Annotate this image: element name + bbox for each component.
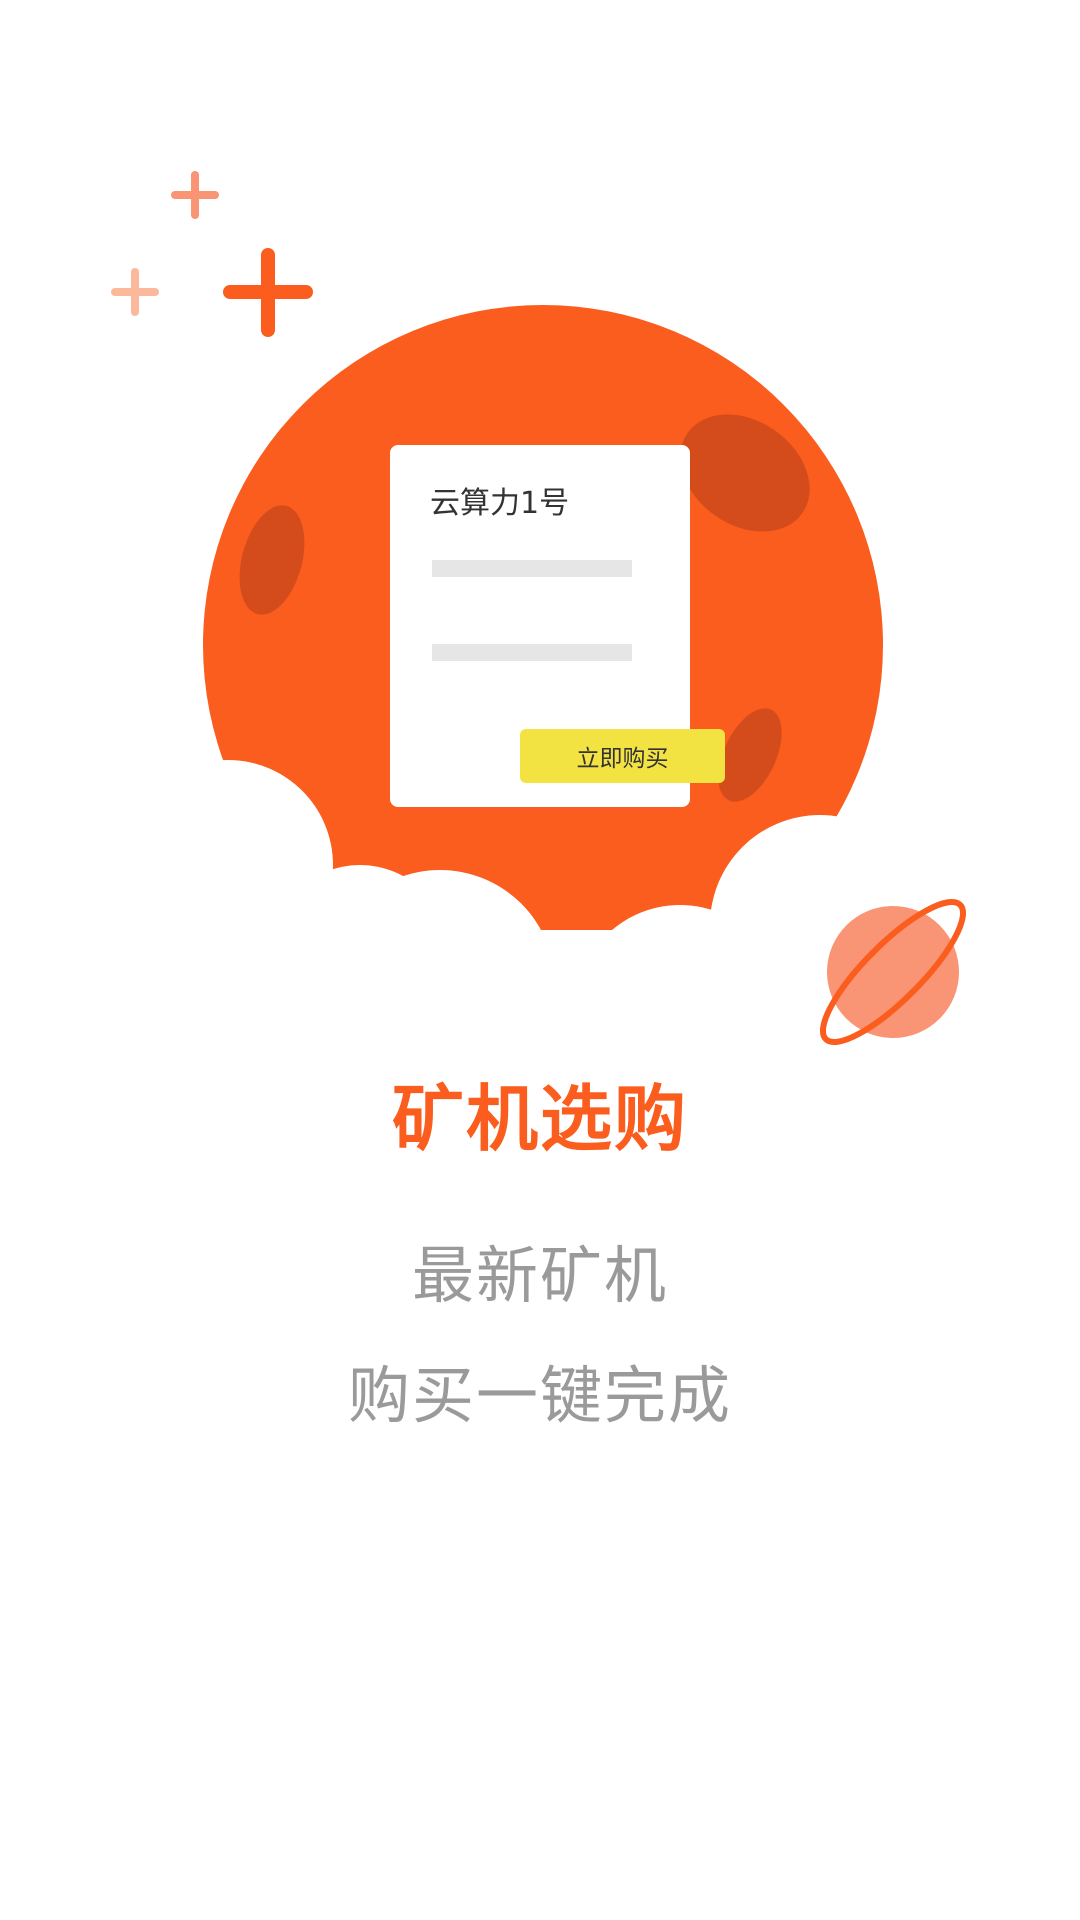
page-title: 矿机选购	[391, 1077, 688, 1161]
subtitle-line-1: 最新矿机	[411, 1239, 668, 1312]
card-placeholder-line	[432, 560, 632, 577]
sparkle-icon	[171, 171, 219, 219]
sparkle-icon	[223, 248, 313, 337]
sparkle-icon	[111, 268, 159, 316]
card-placeholder-line	[432, 644, 632, 661]
subtitle-line-2: 购买一键完成	[347, 1359, 732, 1432]
buy-now-button[interactable]: 立即购买	[520, 729, 725, 783]
hero-illustration	[0, 171, 1080, 1100]
card-title: 云算力1号	[430, 486, 570, 521]
